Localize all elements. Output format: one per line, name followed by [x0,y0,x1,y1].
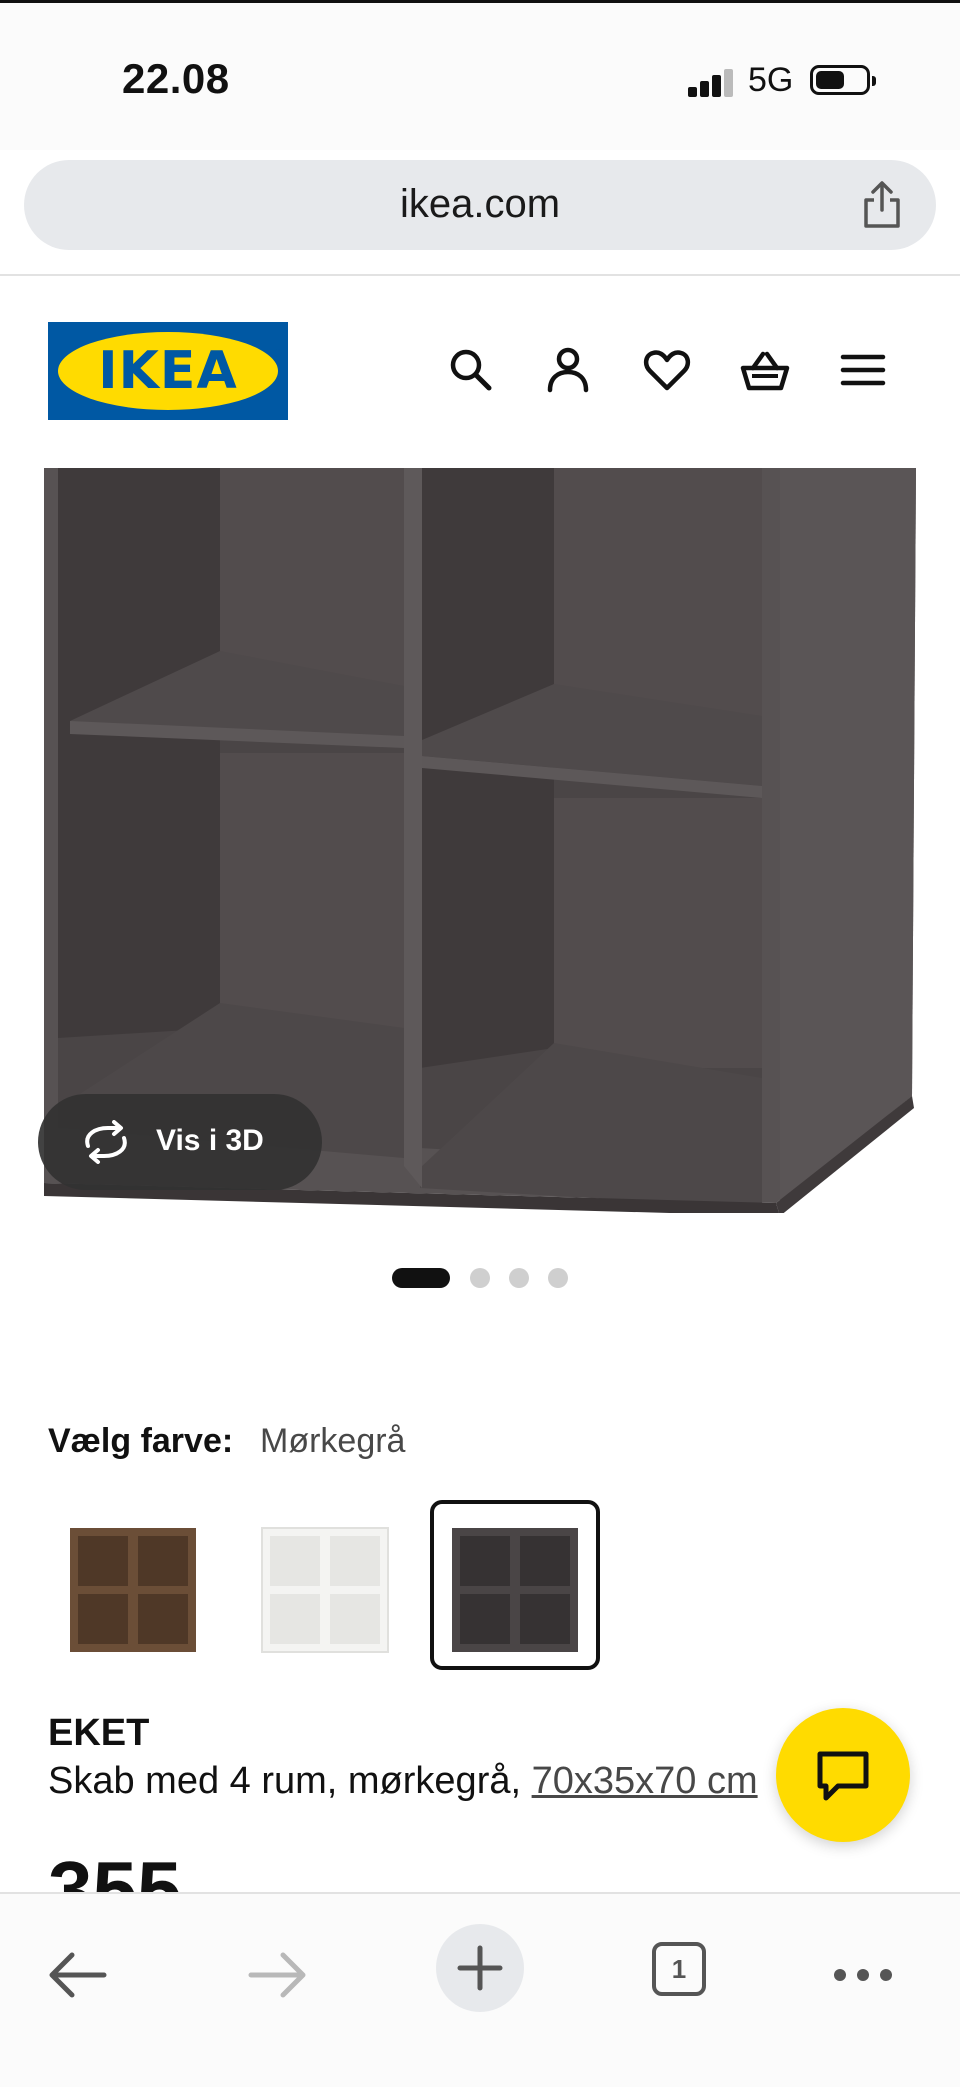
view-3d-label: Vis i 3D [156,1124,264,1157]
share-icon[interactable] [858,180,906,230]
menu-icon[interactable] [835,342,891,398]
url-bar[interactable]: ikea.com [24,160,936,250]
battery-icon [810,65,876,95]
gallery-dot[interactable] [548,1268,568,1288]
product-dimensions-link[interactable]: 70x35x70 cm [532,1760,758,1802]
url-text: ikea.com [399,182,561,226]
tabs-button[interactable]: 1 [652,1942,706,1996]
rotate-3d-icon [85,1120,127,1164]
chat-icon [817,1751,869,1801]
gallery-dot[interactable] [509,1268,529,1288]
account-icon[interactable] [540,342,596,398]
gallery-dot-active[interactable] [392,1268,450,1288]
logo-text: IKEA [98,341,238,401]
logo-registered-mark: ® [273,348,282,360]
color-swatch-dark-grey[interactable] [430,1500,600,1670]
more-options-icon[interactable] [818,1930,908,2020]
product-description-text: Skab med 4 rum, mørkegrå, [48,1760,532,1802]
product-price: 355 [48,1845,182,1892]
product-name: EKET [48,1712,150,1754]
color-swatch-walnut[interactable] [48,1500,218,1670]
status-bar: 22.08 5G [0,0,960,150]
plus-icon [457,1945,503,1991]
color-label: Vælg farve: [48,1422,234,1460]
heart-icon[interactable] [639,342,695,398]
chat-button[interactable] [776,1708,910,1842]
status-time: 22.08 [122,55,230,102]
network-type: 5G [748,61,794,99]
gallery-dot[interactable] [470,1268,490,1288]
search-icon[interactable] [443,342,499,398]
new-tab-button[interactable] [436,1924,524,2012]
back-arrow-icon[interactable] [32,1930,122,2020]
ikea-logo[interactable]: IKEA ® [48,322,288,420]
forward-arrow-icon[interactable] [233,1930,323,2020]
selected-color-value: Mørkegrå [260,1422,406,1460]
view-3d-button[interactable]: Vis i 3D [38,1094,322,1190]
browser-toolbar: 1 [0,1892,960,2087]
color-swatch-white[interactable] [240,1500,410,1670]
signal-icon [688,67,736,97]
product-description: Skab med 4 rum, mørkegrå, 70x35x70 cm [48,1760,758,1803]
basket-icon[interactable] [737,342,793,398]
divider [0,274,960,276]
